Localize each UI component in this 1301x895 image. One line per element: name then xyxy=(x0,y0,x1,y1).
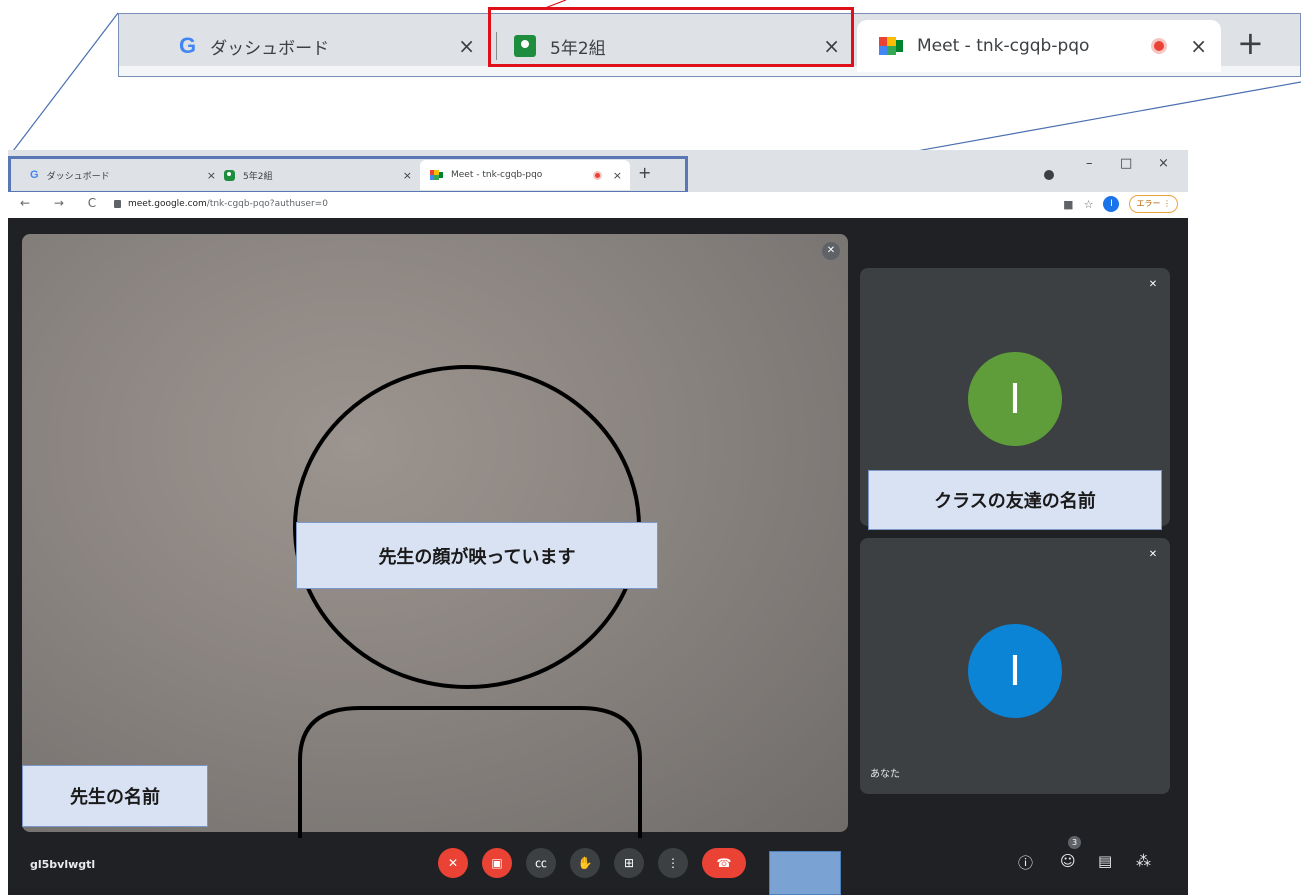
mic-off-icon: ✕ xyxy=(1148,279,1158,290)
more-icon[interactable]: ⋮ xyxy=(658,848,688,878)
address-bar: ← → C meet.google.com/tnk-cgqb-pqo?authu… xyxy=(8,192,1188,218)
friend-name-note: クラスの友達の名前 xyxy=(868,470,1162,530)
minimize-button[interactable]: – xyxy=(1086,156,1093,171)
new-tab-icon[interactable]: + xyxy=(1237,24,1264,62)
profile-avatar[interactable]: I xyxy=(1103,196,1120,212)
teacher-name-note: 先生の名前 xyxy=(22,765,208,827)
lock-icon[interactable] xyxy=(114,200,121,208)
people-count-badge: 3 xyxy=(1068,836,1081,849)
camera-icon[interactable]: ■ xyxy=(1063,198,1073,211)
self-tile[interactable]: ✕ I あなた xyxy=(860,538,1170,794)
navigation-icons[interactable]: ← → C xyxy=(20,196,106,210)
zoom-tab-meet[interactable]: Meet - tnk-cgqb-pqo × xyxy=(857,20,1221,72)
meet-icon xyxy=(879,37,903,55)
meet-control-bar: gl5bvlwgtl ✕ ▣ ㏄ ✋ ⊞ ⋮ ☎ ⓘ ☺ 3 ▤ ⁂ xyxy=(8,832,1188,895)
zoom-tab-dashboard-label: ダッシュボード xyxy=(210,38,330,59)
self-avatar: I xyxy=(968,624,1062,718)
profile-indicator-icon[interactable] xyxy=(1044,170,1054,180)
present-icon[interactable]: ⊞ xyxy=(614,848,644,878)
google-g-icon: G xyxy=(179,33,197,58)
blue-marker xyxy=(769,851,841,895)
zoom-tab-dashboard[interactable]: G ダッシュボード × xyxy=(149,20,489,72)
meeting-code: gl5bvlwgtl xyxy=(30,858,96,871)
recording-icon xyxy=(1151,38,1167,54)
maximize-button[interactable]: □ xyxy=(1120,156,1132,171)
url-path: /tnk-cgqb-pqo?authuser=0 xyxy=(206,199,328,209)
url-field[interactable]: meet.google.com/tnk-cgqb-pqo?authuser=0 xyxy=(128,199,328,209)
tab-strip-highlight xyxy=(8,156,688,194)
error-button[interactable]: エラー ⋮ xyxy=(1129,195,1178,213)
camera-off-icon[interactable]: ▣ xyxy=(482,848,512,878)
mic-off-icon[interactable]: ✕ xyxy=(438,848,468,878)
close-icon[interactable]: × xyxy=(1190,34,1207,58)
raise-hand-icon[interactable]: ✋ xyxy=(570,848,600,878)
captions-icon[interactable]: ㏄ xyxy=(526,848,556,878)
address-bar-actions: ■ ☆ I エラー ⋮ xyxy=(1063,195,1178,213)
star-icon[interactable]: ☆ xyxy=(1084,198,1094,211)
url-host: meet.google.com xyxy=(128,199,207,209)
people-icon[interactable]: ☺ xyxy=(1060,852,1076,870)
mic-off-icon: ✕ xyxy=(822,242,840,260)
class-tab-highlight xyxy=(488,7,854,67)
tab-strip: G ダッシュボード × 5年2組 × Meet - tnk-cgqb-pqo ×… xyxy=(8,150,1188,194)
close-icon[interactable]: × xyxy=(458,34,475,58)
activities-icon[interactable]: ⁂ xyxy=(1136,852,1151,870)
teacher-face-note: 先生の顔が映っています xyxy=(296,522,658,589)
participant-avatar: I xyxy=(968,352,1062,446)
hangup-icon[interactable]: ☎ xyxy=(702,848,746,878)
chat-icon[interactable]: ▤ xyxy=(1098,852,1112,870)
mic-off-icon: ✕ xyxy=(1148,549,1158,560)
close-window-button[interactable]: × xyxy=(1158,156,1169,171)
info-icon[interactable]: ⓘ xyxy=(1018,852,1033,873)
zoom-tab-meet-label: Meet - tnk-cgqb-pqo xyxy=(917,36,1090,56)
self-name: あなた xyxy=(870,769,900,780)
